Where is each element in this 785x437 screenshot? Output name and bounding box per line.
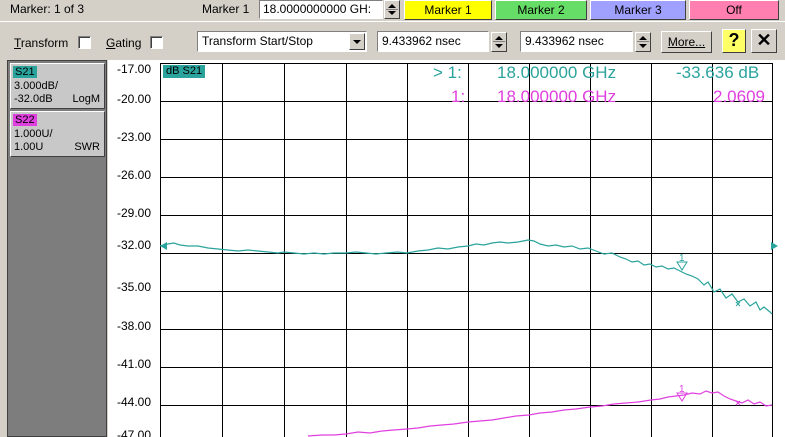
trace-s22-reference: 1.00U bbox=[14, 141, 44, 153]
trace-plot-area: 1 1 bbox=[159, 239, 778, 437]
help-button[interactable]: ? bbox=[722, 29, 746, 53]
transform-start-spinner[interactable] bbox=[491, 32, 507, 52]
help-icon: ? bbox=[728, 30, 740, 50]
marker-off-button[interactable]: Off bbox=[689, 0, 779, 20]
spin-down-icon[interactable] bbox=[639, 44, 647, 48]
spin-down-icon[interactable] bbox=[388, 11, 396, 15]
measurement-plot[interactable]: -17.00 -20.00 -23.00 -26.00 -29.00 -32.0… bbox=[108, 60, 785, 437]
transform-start-value: 9.433962 nsec bbox=[382, 34, 461, 48]
transform-toolbar: Transform Gating Transform Start/Stop 9.… bbox=[0, 28, 785, 58]
trace-s21-name: S21 bbox=[13, 66, 37, 78]
more-button[interactable]: More... bbox=[661, 31, 712, 53]
marker-toolbar: Marker: 1 of 3 Marker 1 18.0000000000 GH… bbox=[0, 0, 785, 22]
spin-divider bbox=[386, 9, 398, 10]
transform-stop-value: 9.433962 nsec bbox=[525, 34, 604, 48]
readout-s22-prefix: 1: bbox=[451, 87, 466, 106]
marker-count-label: Marker: 1 of 3 bbox=[10, 2, 85, 16]
gating-label: Gating bbox=[106, 36, 142, 50]
readout-s22-frequency: 18.000000 GHz bbox=[497, 87, 617, 106]
trace-s22-name: S22 bbox=[13, 114, 37, 126]
marker-2-button[interactable]: Marker 2 bbox=[495, 0, 587, 20]
trace-panel: S21 3.000dB/ -32.0dB LogM S22 1.000U/ 1.… bbox=[7, 60, 107, 437]
trace-s21-box[interactable]: S21 3.000dB/ -32.0dB LogM bbox=[10, 63, 105, 109]
spin-divider bbox=[637, 41, 649, 42]
marker-1-s21-label: 1 bbox=[679, 253, 685, 264]
marker-frequency-input[interactable]: 18.0000000000 GH: bbox=[259, 0, 383, 19]
gating-checkbox[interactable] bbox=[150, 36, 163, 49]
transform-stop-input[interactable]: 9.433962 nsec bbox=[520, 31, 633, 52]
close-button[interactable]: ✕ bbox=[751, 29, 777, 53]
spin-up-icon[interactable] bbox=[388, 4, 396, 8]
spin-up-icon[interactable] bbox=[495, 36, 503, 40]
trace-s22-format: SWR bbox=[74, 141, 100, 153]
spin-up-icon[interactable] bbox=[639, 36, 647, 40]
marker-1-s22-label: 1 bbox=[679, 384, 685, 395]
transform-label: Transform bbox=[14, 36, 69, 50]
spin-down-icon[interactable] bbox=[495, 44, 503, 48]
more-button-label: More... bbox=[667, 35, 706, 49]
trace-s21-scale: 3.000dB/ bbox=[14, 80, 59, 92]
readout-s21-prefix: > 1: bbox=[433, 63, 462, 82]
spin-divider bbox=[493, 41, 505, 42]
s21-trace-line bbox=[159, 239, 773, 315]
s22-trace-line bbox=[307, 390, 773, 437]
transform-mode-value: Transform Start/Stop bbox=[202, 34, 313, 48]
marker-3-button[interactable]: Marker 3 bbox=[590, 0, 686, 20]
trace-s21-reference: -32.0dB bbox=[14, 93, 53, 105]
trace-s22-scale: 1.000U/ bbox=[14, 128, 53, 140]
readout-s21-frequency: 18.000000 GHz bbox=[497, 63, 617, 82]
marker-1-button[interactable]: Marker 1 bbox=[404, 0, 492, 20]
trace-s22-box[interactable]: S22 1.000U/ 1.00U SWR bbox=[10, 111, 105, 157]
marker-select-label: Marker 1 bbox=[202, 2, 250, 16]
readout-s22-value: 2.0609 bbox=[713, 87, 765, 106]
marker-frequency-spinner[interactable] bbox=[384, 0, 400, 19]
close-icon: ✕ bbox=[756, 30, 772, 50]
reference-arrow-right-icon bbox=[771, 242, 778, 250]
transform-mode-dropdown[interactable]: Transform Start/Stop bbox=[197, 31, 367, 52]
transform-stop-spinner[interactable] bbox=[635, 32, 651, 52]
trace-s21-format: LogM bbox=[72, 93, 100, 105]
readout-s21-value: -33.636 dB bbox=[676, 63, 760, 82]
transform-checkbox[interactable] bbox=[78, 36, 91, 49]
transform-start-input[interactable]: 9.433962 nsec bbox=[377, 31, 489, 52]
reference-arrow-left-icon bbox=[160, 242, 167, 250]
chevron-down-icon[interactable] bbox=[349, 33, 365, 50]
